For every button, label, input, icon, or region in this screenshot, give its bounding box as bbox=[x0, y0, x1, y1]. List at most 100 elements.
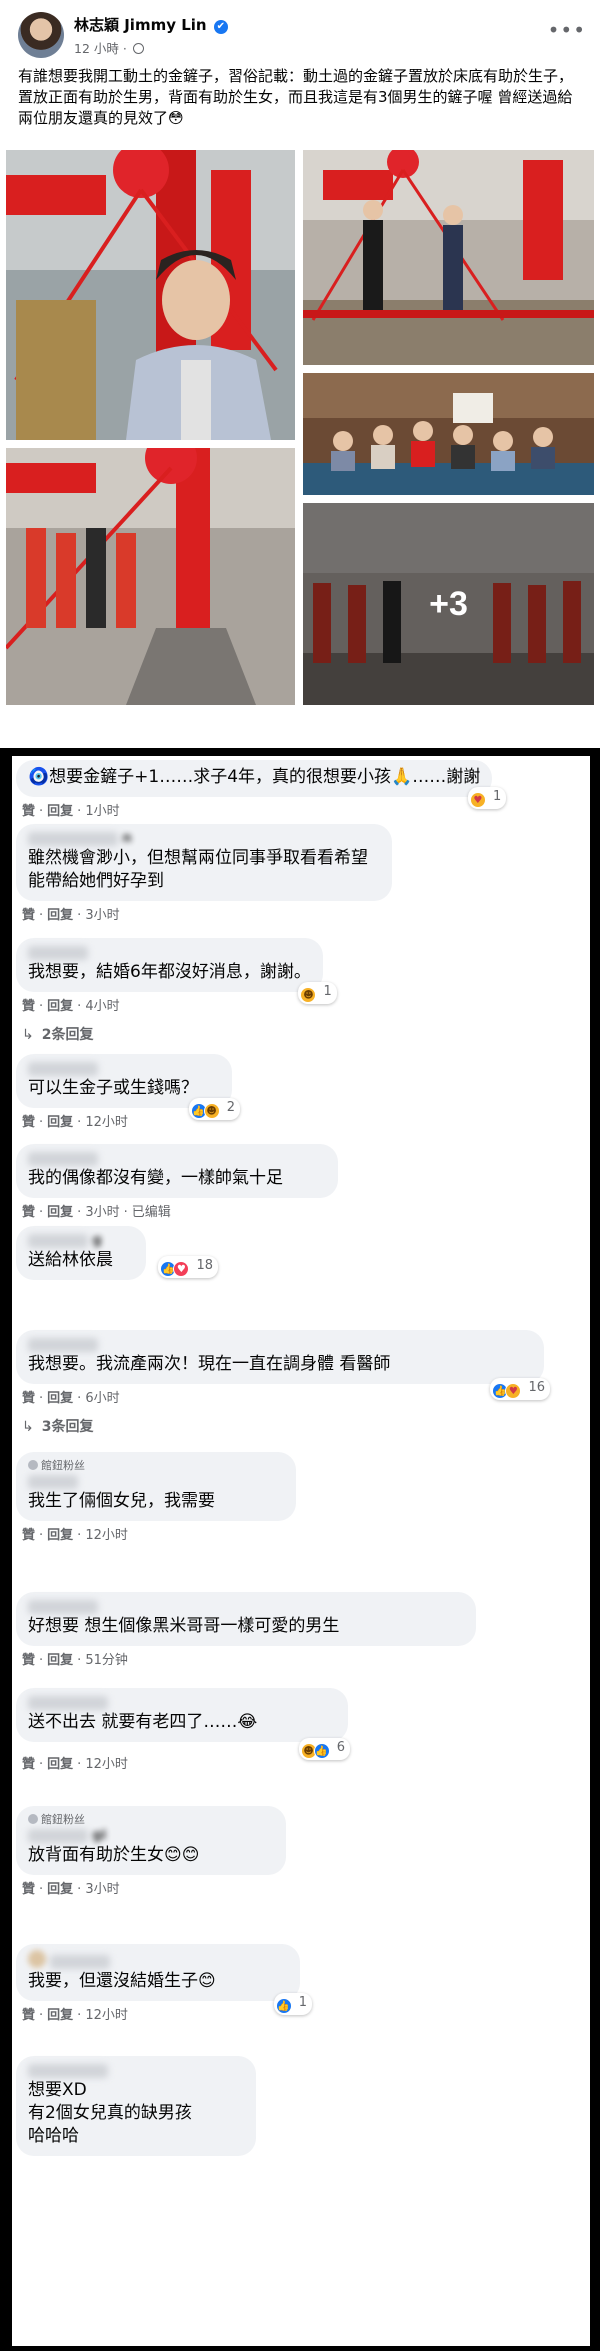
author-name-row[interactable]: 林志穎 Jimmy Lin ✔ bbox=[74, 14, 228, 35]
photo-more[interactable]: +3 bbox=[303, 503, 594, 705]
author-name[interactable]: 林志穎 Jimmy Lin bbox=[74, 16, 207, 34]
reply-link[interactable]: 回复 bbox=[47, 804, 73, 819]
commenter-name-blurred[interactable] bbox=[28, 1694, 336, 1711]
comment-item: 送不出去 就要有老四了……😂 ☻ 👍 6 贊 · 回复 · 12小时 bbox=[16, 1688, 350, 1774]
commenter-name-blurred[interactable]: gi bbox=[28, 1827, 274, 1844]
care-reaction-icon: ♥ bbox=[505, 1383, 522, 1399]
like-link[interactable]: 贊 bbox=[22, 1115, 35, 1130]
comment-time[interactable]: 51分钟 bbox=[85, 1653, 128, 1668]
comment-bubble: 我要，但還沒結婚生子😊 👍 1 bbox=[16, 1944, 312, 2015]
comment-bubble: 好想要 想生個像黑米哥哥一樣可愛的男生 bbox=[16, 1592, 476, 1646]
reply-link[interactable]: 回复 bbox=[47, 1653, 73, 1668]
comment-time[interactable]: 12小时 bbox=[85, 1115, 128, 1130]
commenter-name-blurred[interactable] bbox=[28, 1060, 220, 1077]
comment-bubble: n 雖然機會渺小，但想幫兩位同事爭取看看希望能帶給她們好孕到 bbox=[16, 824, 392, 901]
photo-ceremony-wide[interactable] bbox=[303, 150, 594, 365]
reply-link[interactable]: 回复 bbox=[47, 1882, 73, 1897]
more-options-button[interactable]: ••• bbox=[548, 18, 586, 42]
reply-link[interactable]: 回复 bbox=[47, 1205, 73, 1220]
photo-selfie-groundbreaking[interactable] bbox=[6, 150, 295, 440]
photo-group-indoor[interactable] bbox=[303, 373, 594, 495]
comment-bubble: 送不出去 就要有老四了……😂 ☻ 👍 6 bbox=[16, 1688, 350, 1760]
comment-time[interactable]: 3小时 bbox=[85, 1882, 119, 1897]
verified-badge-icon: ✔ bbox=[213, 20, 228, 34]
like-link[interactable]: 贊 bbox=[22, 1391, 35, 1406]
reaction-summary[interactable]: ☻ 1 bbox=[298, 982, 337, 1004]
comment-time[interactable]: 12小时 bbox=[85, 1757, 128, 1772]
post-time[interactable]: 12 小時 bbox=[74, 41, 119, 56]
action-separator: · bbox=[77, 1882, 82, 1897]
comment-item: 可以生金子或生錢嗎？ 👍 ☻ 2 贊 · 回复 · 12小时 bbox=[16, 1054, 240, 1132]
like-link[interactable]: 贊 bbox=[22, 1757, 35, 1772]
photo-ribbon-cutting[interactable] bbox=[6, 448, 295, 705]
reply-link[interactable]: 回复 bbox=[47, 1757, 73, 1772]
like-link[interactable]: 贊 bbox=[22, 804, 35, 819]
reaction-summary[interactable]: 👍 ☻ 2 bbox=[188, 1098, 240, 1120]
commenter-name-blurred[interactable] bbox=[28, 1473, 284, 1490]
author-avatar[interactable] bbox=[18, 12, 64, 58]
action-separator: · bbox=[77, 1528, 82, 1543]
reply-link[interactable]: 回复 bbox=[47, 999, 73, 1014]
edited-label[interactable]: 已编辑 bbox=[132, 1205, 171, 1220]
like-link[interactable]: 贊 bbox=[22, 2008, 35, 2023]
like-link[interactable]: 贊 bbox=[22, 999, 35, 1014]
reply-link[interactable]: 回复 bbox=[47, 1115, 73, 1130]
reply-link[interactable]: 回复 bbox=[47, 1391, 73, 1406]
more-photos-count[interactable]: +3 bbox=[303, 503, 594, 705]
reaction-summary[interactable]: 👍 ♥ 16 bbox=[490, 1378, 550, 1400]
action-separator: · bbox=[39, 1391, 44, 1406]
commenter-name-blurred[interactable]: n bbox=[28, 830, 380, 847]
like-link[interactable]: 贊 bbox=[22, 908, 35, 923]
comment-time[interactable]: 3小时 bbox=[85, 908, 119, 923]
comment-bubble: 🧿想要金鏟子+1……求子4年，真的很想要小孩🙏……謝謝 ♥ 1 bbox=[16, 760, 507, 809]
reaction-summary[interactable]: ☻ 👍 6 bbox=[298, 1738, 350, 1760]
comment-item: 館鈕粉丝 gi 放背面有助於生女😊😊 贊 · 回复 · 3小时 bbox=[16, 1806, 286, 1899]
reply-link[interactable]: 回复 bbox=[47, 908, 73, 923]
action-separator: · bbox=[39, 1205, 44, 1220]
commenter-name-blurred[interactable] bbox=[28, 1598, 464, 1615]
photo-1-image bbox=[6, 150, 295, 440]
like-link[interactable]: 贊 bbox=[22, 1653, 35, 1668]
comment-time[interactable]: 1小时 bbox=[85, 804, 119, 819]
commenter-avatar[interactable] bbox=[28, 1950, 46, 1968]
action-separator: · bbox=[39, 908, 44, 923]
view-replies-link[interactable]: ↳ 3条回复 bbox=[16, 1416, 544, 1436]
comment-time[interactable]: 12小时 bbox=[85, 2008, 128, 2023]
action-separator: · bbox=[77, 1757, 82, 1772]
reaction-summary[interactable]: ♥ 1 bbox=[467, 787, 507, 809]
commenter-name-blurred[interactable] bbox=[28, 2062, 244, 2079]
comment-actions: 贊 · 回复 · 12小时 bbox=[16, 1527, 296, 1545]
commenter-name-blurred[interactable] bbox=[28, 1150, 326, 1167]
like-link[interactable]: 贊 bbox=[22, 1882, 35, 1897]
commenter-name-blurred[interactable]: g bbox=[28, 1232, 134, 1249]
view-replies-link[interactable]: ↳ 2条回复 bbox=[16, 1024, 323, 1044]
comment-text: 想要XD 有2個女兒真的缺男孩 哈哈哈 bbox=[28, 2080, 192, 2146]
reply-link[interactable]: 回复 bbox=[47, 2008, 73, 2023]
like-link[interactable]: 贊 bbox=[22, 1205, 35, 1220]
comment-time[interactable]: 3小时 bbox=[85, 1205, 119, 1220]
fan-badge-icon bbox=[28, 1814, 38, 1824]
action-separator: · bbox=[39, 1528, 44, 1543]
reply-arrow-icon: ↳ bbox=[22, 1419, 34, 1435]
reaction-summary[interactable]: 👍 ♥ 18 bbox=[158, 1256, 218, 1278]
reaction-summary[interactable]: 👍 1 bbox=[273, 1993, 312, 2015]
action-separator: · bbox=[77, 2008, 82, 2023]
comment-time[interactable]: 12小时 bbox=[85, 1528, 128, 1543]
action-separator: · bbox=[77, 908, 82, 923]
reaction-count: 2 bbox=[226, 1100, 235, 1115]
comments-screenshot-panel: 🧿想要金鏟子+1……求子4年，真的很想要小孩🙏……謝謝 ♥ 1 贊 · 回复 · 1小时… bbox=[0, 748, 600, 2351]
comment-item: 我想要。我流產兩次！現在一直在調身體 看醫師 👍 ♥ 16 贊 · 回复 · 6小时 ↳ 3… bbox=[16, 1330, 550, 1436]
fan-badge: 館鈕粉丝 bbox=[28, 1812, 274, 1827]
comment-time[interactable]: 6小时 bbox=[85, 1391, 119, 1406]
reply-link[interactable]: 回复 bbox=[47, 1528, 73, 1543]
comment-actions: 贊 · 回复 · 3小时 · 已编辑 bbox=[16, 1204, 338, 1222]
comment-actions: 贊 · 回复 · 3小时 bbox=[16, 1881, 286, 1899]
commenter-name-blurred[interactable] bbox=[28, 1950, 288, 1970]
commenter-name-blurred[interactable] bbox=[28, 944, 311, 961]
reaction-count: 16 bbox=[528, 1380, 545, 1395]
globe-icon bbox=[132, 43, 144, 54]
commenter-name-blurred[interactable] bbox=[28, 1336, 532, 1353]
comment-time[interactable]: 4小时 bbox=[85, 999, 119, 1014]
comment-item: 我想要，結婚6年都沒好消息，謝謝。 ☻ 1 贊 · 回复 · 4小时 ↳ 2条回复 bbox=[16, 938, 337, 1044]
like-link[interactable]: 贊 bbox=[22, 1528, 35, 1543]
